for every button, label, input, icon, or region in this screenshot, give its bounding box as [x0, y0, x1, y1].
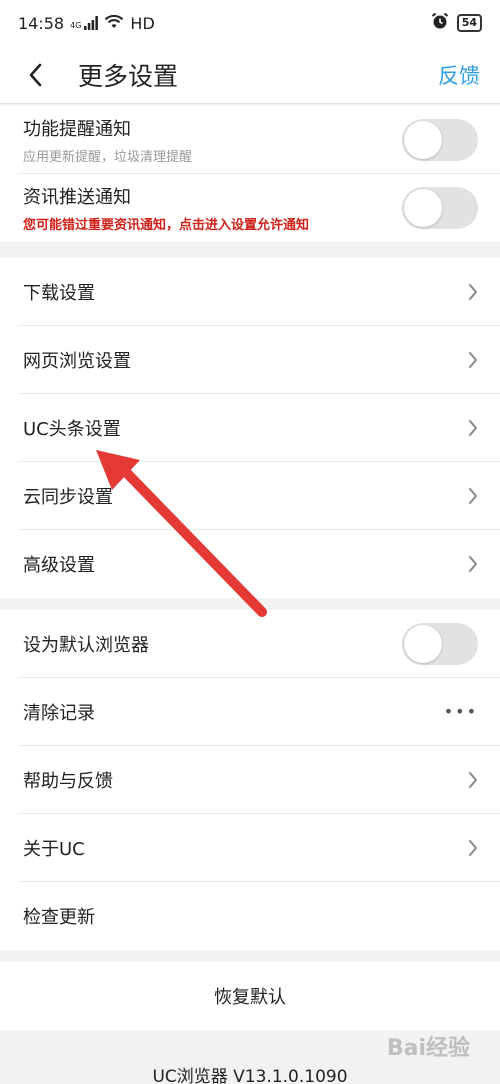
default-browser-row[interactable]: 设为默认浏览器: [18, 610, 500, 678]
network-type: 4G: [70, 21, 82, 30]
alarm-icon: [431, 12, 449, 34]
status-time: 14:58: [18, 13, 65, 33]
chevron-left-icon: [29, 63, 42, 86]
chevron-right-icon: [469, 351, 477, 368]
news-push-toggle[interactable]: [402, 187, 478, 229]
chevron-right-icon: [469, 556, 477, 572]
page-title: 更多设置: [78, 61, 179, 91]
cloud-sync-settings-row[interactable]: 云同步设置: [18, 462, 500, 530]
chevron-right-icon: [469, 487, 477, 504]
toggle-knob: [404, 189, 442, 227]
help-feedback-row[interactable]: 帮助与反馈: [18, 746, 500, 814]
signal-icon: 4G: [70, 16, 99, 30]
download-settings-label: 下载设置: [23, 282, 95, 304]
toggle-knob: [404, 624, 442, 663]
restore-default-label: 恢复默认: [214, 987, 286, 1008]
news-push-label: 资讯推送通知: [23, 187, 131, 208]
uc-headline-settings-row[interactable]: UC头条设置: [18, 394, 500, 462]
cloud-sync-settings-label: 云同步设置: [23, 486, 113, 508]
clear-records-label: 清除记录: [23, 702, 95, 724]
chevron-right-icon: [469, 839, 477, 856]
default-browser-label: 设为默认浏览器: [23, 634, 149, 656]
more-dots-icon: •••: [443, 702, 478, 721]
help-feedback-label: 帮助与反馈: [23, 770, 113, 792]
toggle-knob: [404, 120, 442, 159]
about-uc-row[interactable]: 关于UC: [18, 814, 500, 882]
feature-notify-toggle[interactable]: [402, 118, 478, 161]
advanced-settings-label: 高级设置: [23, 555, 95, 576]
misc-settings-group: 设为默认浏览器 清除记录 ••• 帮助与反馈 关于UC 检查更新: [0, 610, 500, 950]
clear-records-row[interactable]: 清除记录 •••: [18, 678, 500, 746]
wifi-icon: [104, 14, 124, 33]
chevron-right-icon: [469, 283, 477, 300]
hd-label: HD: [130, 13, 155, 33]
status-bar: 14:58 4G HD 54: [0, 0, 500, 46]
feature-notify-desc: 应用更新提醒，垃圾清理提醒: [23, 149, 193, 165]
about-uc-label: 关于UC: [23, 838, 85, 860]
restore-default-button[interactable]: 恢复默认: [0, 962, 500, 1030]
feature-notify-row[interactable]: 功能提醒通知 应用更新提醒，垃圾清理提醒: [18, 106, 500, 174]
advanced-settings-row[interactable]: 高级设置: [18, 530, 500, 598]
check-update-label: 检查更新: [23, 907, 95, 928]
notification-settings-group: 功能提醒通知 应用更新提醒，垃圾清理提醒 资讯推送通知 您可能错过重要资讯通知，…: [0, 106, 500, 242]
check-update-row[interactable]: 检查更新: [18, 882, 500, 950]
news-push-row[interactable]: 资讯推送通知 您可能错过重要资讯通知，点击进入设置允许通知: [18, 174, 500, 242]
uc-headline-settings-label: UC头条设置: [23, 418, 121, 440]
battery-icon: 54: [456, 14, 482, 32]
watermark-logo: Bai经验: [386, 1036, 470, 1061]
news-push-warning[interactable]: 您可能错过重要资讯通知，点击进入设置允许通知: [23, 214, 309, 233]
app-version: UC浏览器 V13.1.0.1090: [152, 1067, 348, 1084]
default-browser-toggle[interactable]: [402, 622, 478, 665]
web-browse-settings-label: 网页浏览设置: [23, 350, 131, 372]
nav-bar: 更多设置 反馈: [0, 46, 500, 104]
main-settings-group: 下载设置 网页浏览设置 UC头条设置 云同步设置 高级设置: [0, 258, 500, 598]
feedback-link[interactable]: 反馈: [438, 60, 480, 90]
chevron-right-icon: [469, 419, 477, 436]
back-button[interactable]: [0, 46, 70, 104]
feature-notify-label: 功能提醒通知: [23, 118, 131, 140]
web-browse-settings-row[interactable]: 网页浏览设置: [18, 326, 500, 394]
download-settings-row[interactable]: 下载设置: [18, 258, 500, 326]
chevron-right-icon: [469, 771, 477, 788]
